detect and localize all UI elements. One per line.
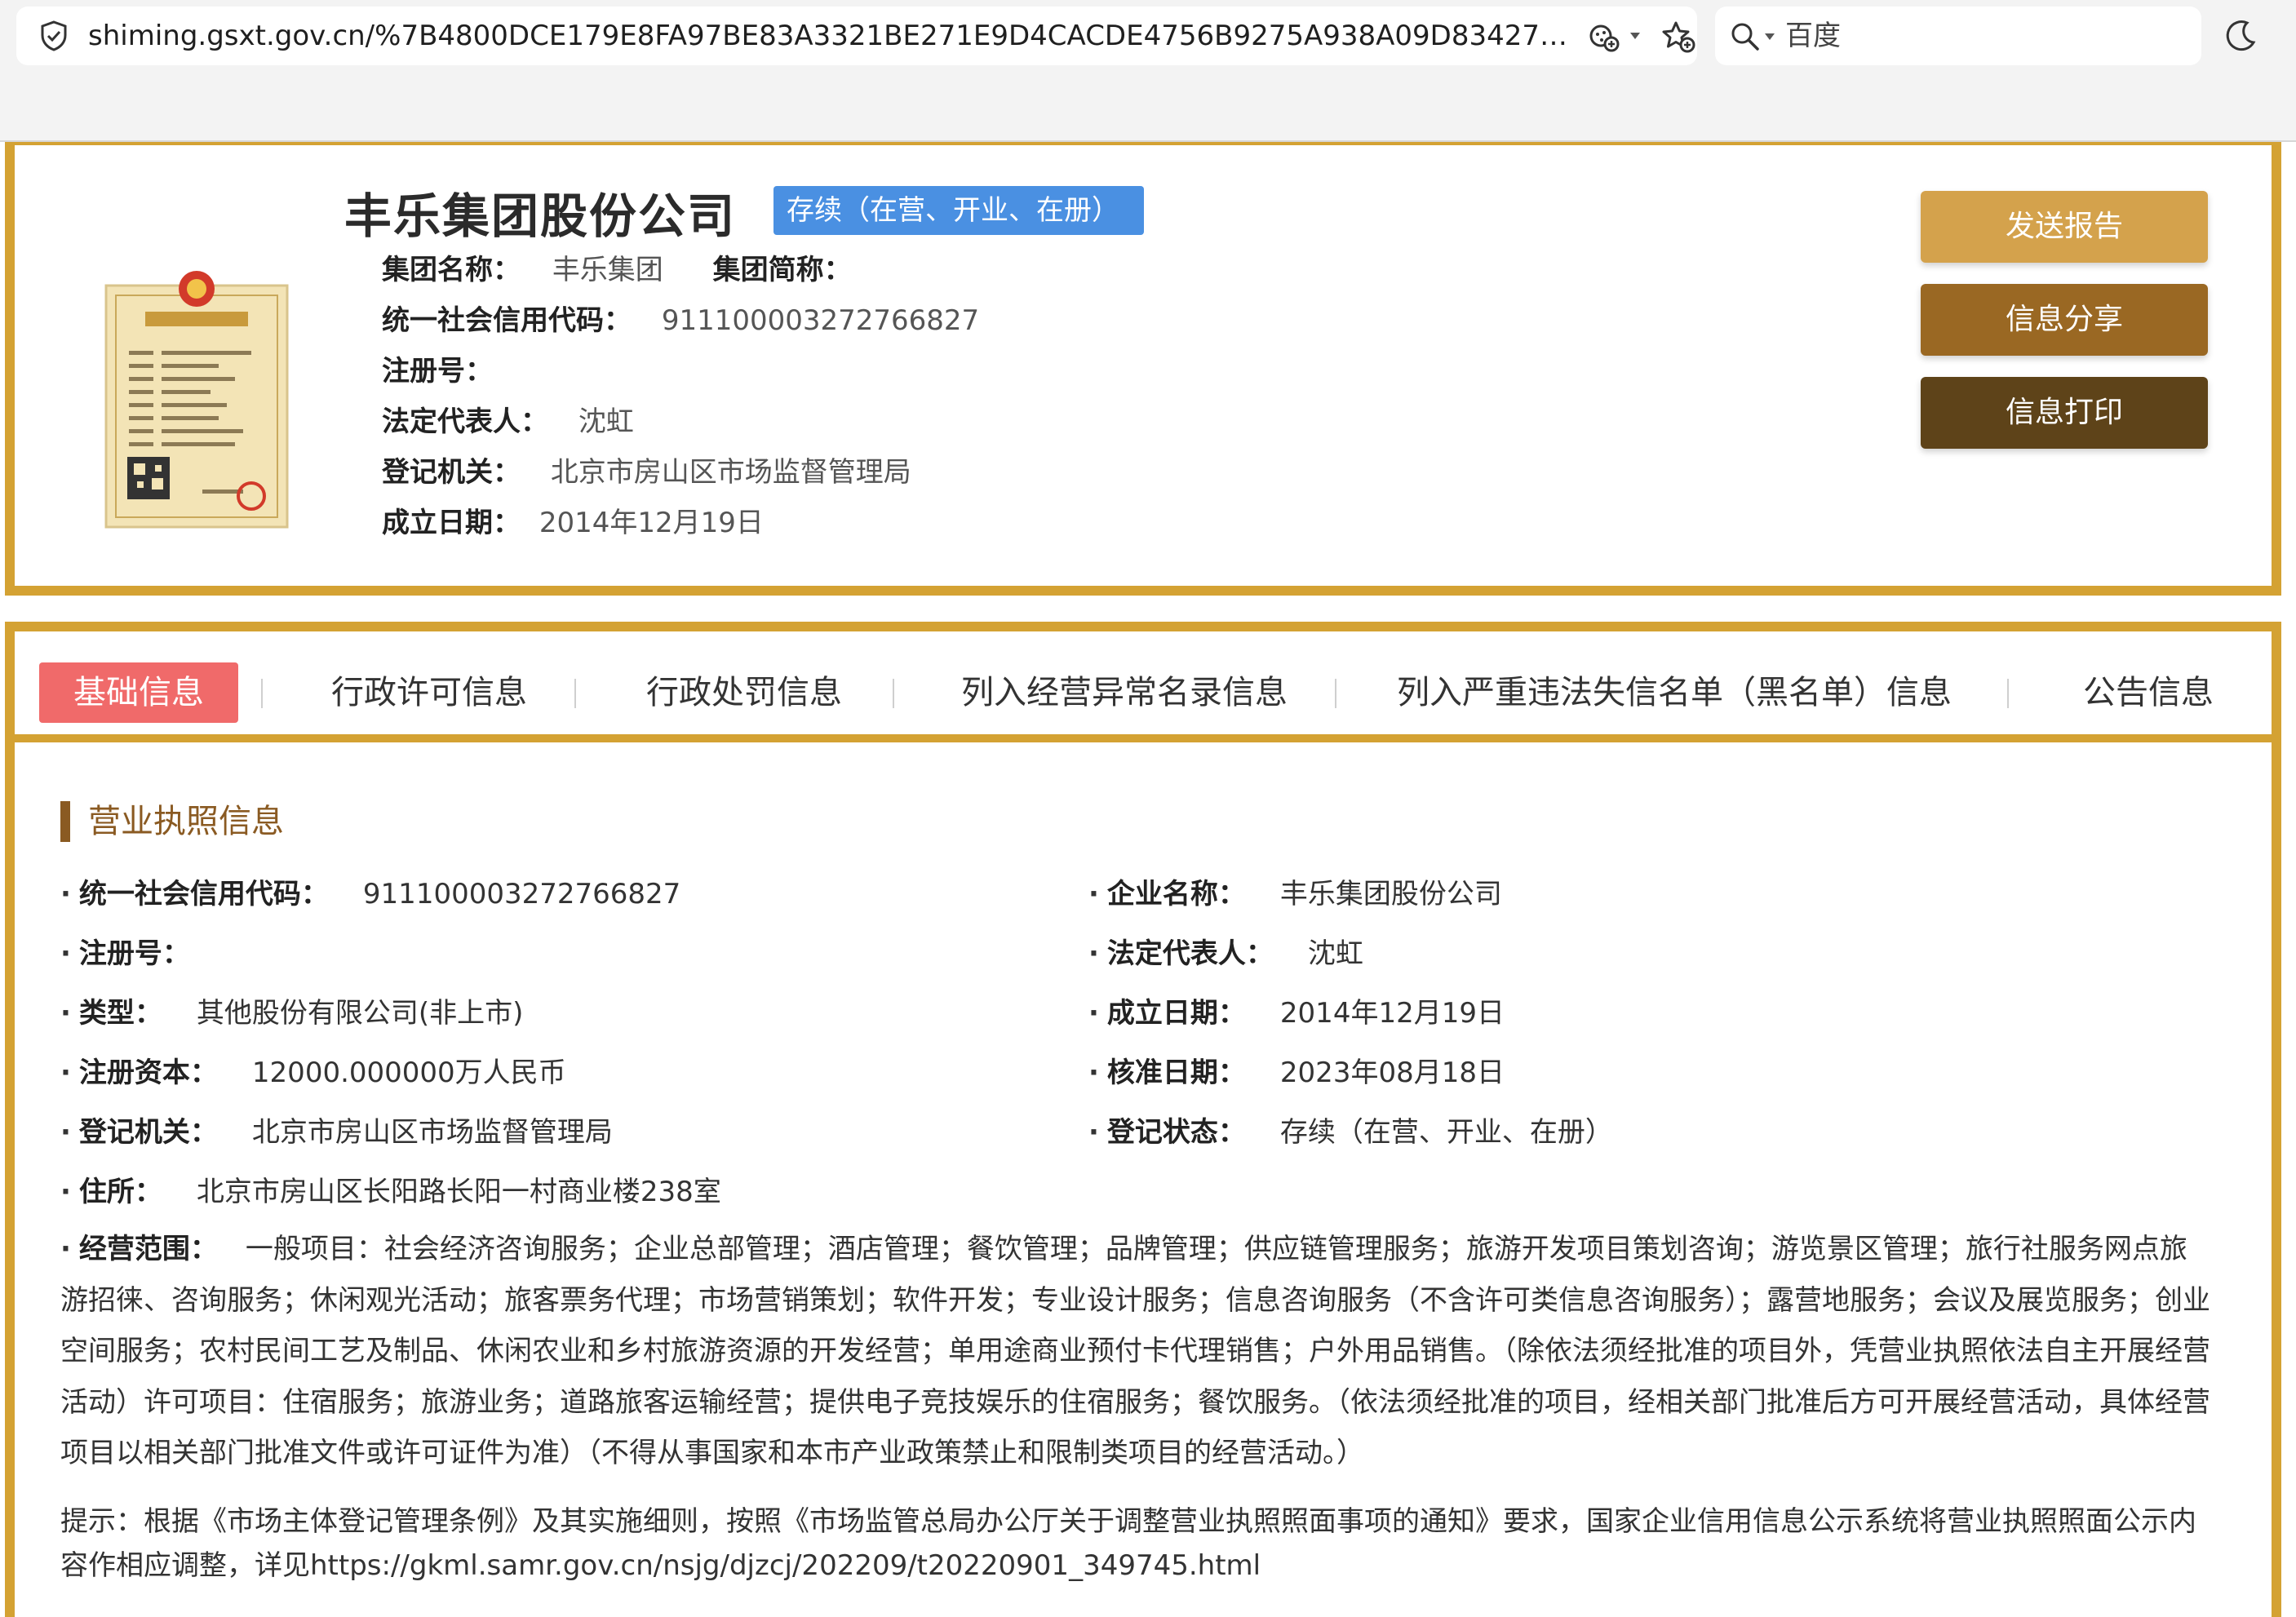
field-legal-rep: · 法定代表人： 沈虹 xyxy=(1088,936,1363,972)
business-license-thumbnail[interactable] xyxy=(104,261,289,530)
field-label: 注册号： xyxy=(78,937,190,970)
field-label: 法定代表人： xyxy=(1106,937,1274,970)
company-header-card: 丰乐集团股份公司 存续（在营、开业、在册） 集团名称： 丰乐集团 集团简称： 统… xyxy=(5,142,2281,596)
credit-code-value: 911100003272766827 xyxy=(661,304,980,337)
tab-separator xyxy=(574,679,576,708)
field-label: 核准日期： xyxy=(1106,1057,1246,1089)
bullet: · xyxy=(60,997,71,1030)
field-credit-code: · 统一社会信用代码： 911100003272766827 xyxy=(60,876,680,912)
tab-separator xyxy=(261,679,263,708)
authority-label: 登记机关： xyxy=(382,456,521,489)
bullet: · xyxy=(1088,1057,1099,1089)
field-label: 企业名称： xyxy=(1106,878,1246,910)
tab-separator xyxy=(1335,679,1336,708)
tab-bar: 基础信息 行政许可信息 行政处罚信息 列入经营异常名录信息 列入严重违法失信名单… xyxy=(15,631,2272,742)
group-name-value: 丰乐集团 xyxy=(552,254,663,286)
field-capital: · 注册资本： 12000.000000万人民币 xyxy=(60,1055,566,1091)
tab-abnormal-operation[interactable]: 列入经营异常名录信息 xyxy=(929,662,1320,723)
field-business-scope: · 经营范围： 一般项目：社会经济咨询服务；企业总部管理；酒店管理；餐饮管理；品牌管… xyxy=(60,1224,2214,1479)
reg-no-label: 注册号： xyxy=(382,355,493,388)
field-label: 成立日期： xyxy=(1106,997,1246,1030)
favorite-star-icon[interactable] xyxy=(1661,20,1695,54)
legal-rep-value: 沈虹 xyxy=(578,405,634,438)
tab-separator xyxy=(2007,679,2009,708)
tracking-prevention-icon[interactable] xyxy=(1586,20,1620,54)
field-value: 2014年12月19日 xyxy=(1279,997,1505,1030)
field-reg-no: · 注册号： xyxy=(60,936,190,972)
bullet: · xyxy=(60,1176,71,1208)
tab-announcements[interactable]: 公告信息 xyxy=(2054,662,2242,723)
bullet: · xyxy=(1088,878,1099,910)
field-label: 登记状态： xyxy=(1106,1116,1246,1149)
authority-value: 北京市房山区市场监督管理局 xyxy=(550,456,911,489)
notice-tip: 提示：根据《市场主体登记管理条例》及其实施细则，按照《市场监管总局办公厅关于调整… xyxy=(60,1505,2196,1582)
field-type: · 类型： 其他股份有限公司(非上市) xyxy=(60,995,523,1031)
field-value: 存续（在营、开业、在册） xyxy=(1279,1116,1613,1149)
bullet: · xyxy=(1088,937,1099,970)
field-label: 注册资本： xyxy=(78,1057,218,1089)
url-text[interactable]: shiming.gsxt.gov.cn/%7B4800DCE179E8FA97B… xyxy=(88,7,1573,65)
field-value: 2023年08月18日 xyxy=(1279,1057,1505,1089)
share-info-button[interactable]: 信息分享 xyxy=(1921,284,2208,356)
company-title: 丰乐集团股份公司 xyxy=(344,188,737,244)
group-short-label: 集团简称： xyxy=(712,254,852,286)
field-value: 12000.000000万人民币 xyxy=(251,1057,566,1089)
bullet: · xyxy=(60,1116,71,1149)
field-address: · 住所： 北京市房山区长阳路长阳一村商业楼238室 xyxy=(60,1174,721,1210)
field-label: 登记机关： xyxy=(78,1116,218,1149)
tab-blacklist[interactable]: 列入严重违法失信名单（黑名单）信息 xyxy=(1372,662,1976,723)
field-value: 北京市房山区长阳路长阳一村商业楼238室 xyxy=(196,1176,721,1208)
tab-admin-license[interactable]: 行政许可信息 xyxy=(299,662,560,723)
tab-admin-penalty[interactable]: 行政处罚信息 xyxy=(610,662,878,723)
search-placeholder[interactable]: 百度 xyxy=(1785,7,1841,65)
address-bar[interactable]: shiming.gsxt.gov.cn/%7B4800DCE179E8FA97B… xyxy=(16,7,1697,65)
field-value: 911100003272766827 xyxy=(362,878,681,910)
field-authority: · 登记机关： 北京市房山区市场监督管理局 xyxy=(60,1114,613,1150)
legal-rep-label: 法定代表人： xyxy=(382,405,548,438)
field-value: 北京市房山区市场监督管理局 xyxy=(251,1116,613,1149)
founded-value: 2014年12月19日 xyxy=(539,507,764,539)
field-approved: · 核准日期： 2023年08月18日 xyxy=(1088,1055,1505,1091)
field-value: 沈虹 xyxy=(1307,937,1363,970)
business-scope-text: 一般项目：社会经济咨询服务；企业总部管理；酒店管理；餐饮管理；品牌管理；供应链管… xyxy=(60,1233,2210,1469)
founded-label: 成立日期： xyxy=(382,507,521,539)
tab-basic-info[interactable]: 基础信息 xyxy=(39,662,238,723)
bullet: · xyxy=(1088,1116,1099,1149)
legal-rep-row: 法定代表人： 沈虹 xyxy=(382,403,634,441)
bullet: · xyxy=(1088,997,1099,1030)
field-value: 其他股份有限公司(非上市) xyxy=(196,997,524,1030)
field-label: 经营范围： xyxy=(78,1233,218,1265)
group-name-label: 集团名称： xyxy=(382,254,521,286)
reg-no-row: 注册号： xyxy=(382,352,493,390)
chevron-down-icon[interactable] xyxy=(1764,33,1775,41)
field-reg-status: · 登记状态： 存续（在营、开业、在册） xyxy=(1088,1114,1613,1150)
field-company-name: · 企业名称： 丰乐集团股份公司 xyxy=(1088,876,1502,912)
search-icon[interactable] xyxy=(1730,21,1761,52)
bullet: · xyxy=(60,1233,71,1265)
bullet: · xyxy=(60,878,71,910)
section-title: 营业执照信息 xyxy=(60,801,284,842)
print-info-button[interactable]: 信息打印 xyxy=(1921,377,2208,449)
tab-separator xyxy=(893,679,894,708)
bullet: · xyxy=(60,1057,71,1089)
field-label: 统一社会信用代码： xyxy=(78,878,329,910)
send-report-button[interactable]: 发送报告 xyxy=(1921,191,2208,263)
founded-row: 成立日期： 2014年12月19日 xyxy=(382,504,764,542)
bullet: · xyxy=(60,937,71,970)
field-label: 住所： xyxy=(78,1176,162,1208)
shield-icon[interactable] xyxy=(38,20,70,52)
status-badge: 存续（在营、开业、在册） xyxy=(773,186,1144,235)
chevron-down-icon[interactable] xyxy=(1629,31,1642,41)
field-value: 丰乐集团股份公司 xyxy=(1279,878,1502,910)
main-info-card: 基础信息 行政许可信息 行政处罚信息 列入经营异常名录信息 列入严重违法失信名单… xyxy=(5,622,2281,1617)
credit-code-row: 统一社会信用代码： 911100003272766827 xyxy=(382,302,979,339)
search-box[interactable]: 百度 xyxy=(1715,7,2201,65)
field-label: 类型： xyxy=(78,997,162,1030)
group-name-row: 集团名称： 丰乐集团 集团简称： xyxy=(382,251,852,289)
credit-code-label: 统一社会信用代码： xyxy=(382,304,632,337)
browser-toolbar: shiming.gsxt.gov.cn/%7B4800DCE179E8FA97B… xyxy=(0,0,2296,142)
field-founded: · 成立日期： 2014年12月19日 xyxy=(1088,995,1505,1031)
authority-row: 登记机关： 北京市房山区市场监督管理局 xyxy=(382,454,911,491)
moon-icon[interactable] xyxy=(2223,18,2258,54)
